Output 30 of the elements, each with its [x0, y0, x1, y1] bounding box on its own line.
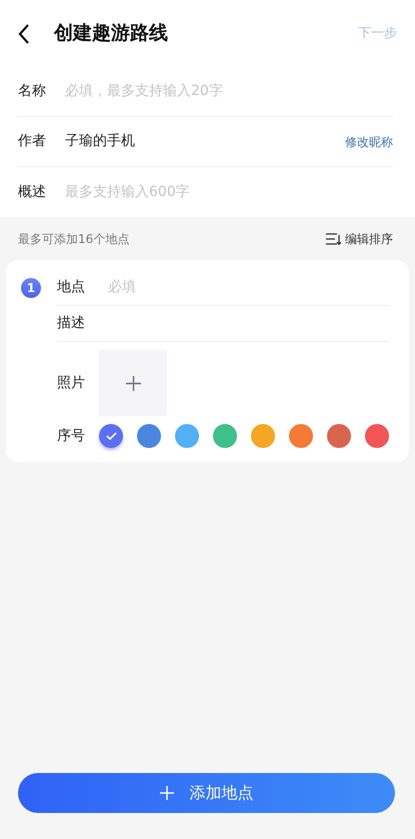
- place-input-field[interactable]: 必填: [108, 277, 389, 298]
- add-place-button[interactable]: 添加地点: [18, 773, 395, 813]
- sort-icon[interactable]: [326, 233, 341, 245]
- field-label: 地点: [57, 278, 86, 297]
- text-input-field[interactable]: 子瑜的手机: [65, 131, 337, 152]
- field-label: 概述: [18, 182, 47, 202]
- place-number: 1: [21, 278, 41, 298]
- check-icon: [106, 432, 116, 440]
- plus-icon: [160, 786, 174, 800]
- color-swatch[interactable]: [327, 424, 351, 448]
- text-input-field[interactable]: 最多支持输入600字: [65, 182, 393, 202]
- limit-hint: 最多可添加16个地点: [18, 231, 130, 248]
- field-label: 名称: [18, 82, 47, 101]
- field-label: 序号: [57, 426, 86, 446]
- color-swatch[interactable]: [137, 424, 161, 448]
- text-input-field[interactable]: 必填，最多支持输入20字: [65, 81, 393, 102]
- edit-nickname-link[interactable]: 修改昵称: [345, 132, 393, 150]
- field-label: 描述: [57, 314, 85, 333]
- plus-icon: [126, 376, 140, 390]
- color-swatch[interactable]: [251, 424, 275, 448]
- back-icon[interactable]: [18, 24, 30, 44]
- color-swatch[interactable]: [365, 424, 389, 448]
- color-swatch[interactable]: [213, 424, 237, 448]
- edit-order-link[interactable]: 编辑排序: [345, 230, 393, 248]
- field-label: 照片: [57, 374, 86, 392]
- page-title: 创建趣游路线: [54, 21, 168, 46]
- color-swatch[interactable]: [289, 424, 313, 448]
- color-swatch[interactable]: [99, 424, 123, 448]
- field-label: 作者: [18, 132, 47, 151]
- color-swatch[interactable]: [175, 424, 199, 448]
